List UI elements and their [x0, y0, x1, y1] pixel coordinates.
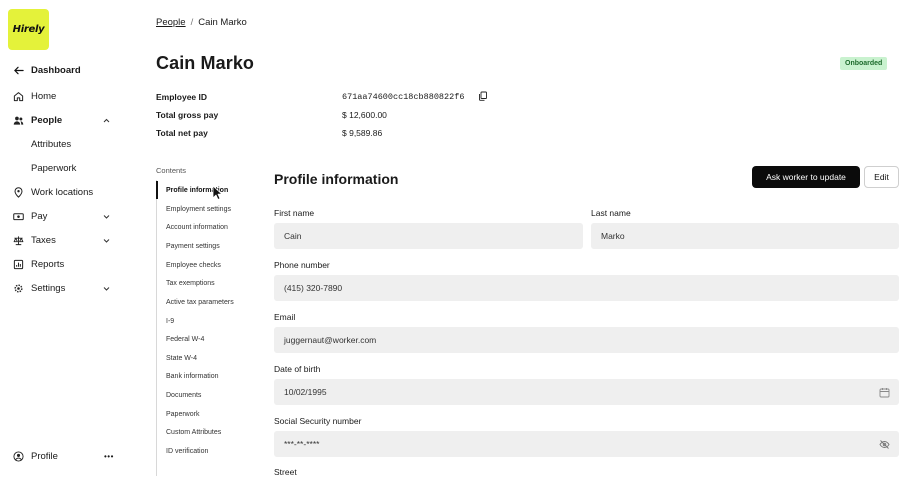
- breadcrumb-separator: /: [190, 17, 194, 28]
- chevron-down-icon: [103, 238, 110, 243]
- contents-title: Contents: [156, 166, 187, 175]
- sidebar-item-label: Home: [31, 90, 57, 102]
- sidebar: Hirely Dashboard Home People Attributes …: [0, 0, 132, 480]
- sidebar-item-label: Pay: [31, 210, 48, 222]
- phone-field[interactable]: (415) 320-7890: [274, 275, 899, 301]
- email-field[interactable]: juggernaut@worker.com: [274, 327, 899, 353]
- report-icon: [12, 258, 24, 270]
- section-title: Profile information: [274, 171, 399, 187]
- sidebar-item-label: Settings: [31, 282, 66, 294]
- ssn-field[interactable]: ***-**-****: [274, 431, 899, 457]
- sidebar-item-pay[interactable]: Pay: [0, 206, 132, 226]
- summary-row-employee-id: Employee ID 671aa74600cc18cb880822f6: [156, 91, 556, 108]
- contents-item-employee-checks[interactable]: Employee checks: [166, 262, 221, 269]
- chevron-down-icon: [103, 214, 110, 219]
- sidebar-item-home[interactable]: Home: [0, 86, 132, 106]
- user-circle-icon: [12, 450, 24, 462]
- sidebar-item-label: People: [31, 114, 63, 126]
- summary-label: Total gross pay: [156, 110, 219, 120]
- first-name-value: Cain: [284, 231, 302, 241]
- app-logo[interactable]: Hirely: [8, 9, 49, 50]
- logo-text: Hirely: [12, 24, 45, 35]
- sidebar-item-attributes[interactable]: Attributes: [0, 134, 132, 154]
- ssn-label: Social Security number: [274, 416, 362, 426]
- street-label: Street: [274, 467, 297, 477]
- summary-row-gross-pay: Total gross pay $ 12,600.00: [156, 110, 556, 126]
- contents-item-custom-attributes[interactable]: Custom Attributes: [166, 429, 221, 436]
- home-icon: [12, 90, 24, 102]
- contents-item-bank-information[interactable]: Bank information: [166, 373, 219, 380]
- phone-label: Phone number: [274, 260, 330, 270]
- calendar-icon[interactable]: [879, 387, 890, 398]
- contents-item-state-w4[interactable]: State W-4: [166, 355, 197, 362]
- summary-row-net-pay: Total net pay $ 9,589.86: [156, 128, 556, 144]
- contents-item-tax-exemptions[interactable]: Tax exemptions: [166, 280, 215, 287]
- breadcrumb-current: Cain Marko: [198, 17, 247, 28]
- contents-item-employment-settings[interactable]: Employment settings: [166, 206, 231, 213]
- more-options-icon[interactable]: •••: [104, 452, 114, 461]
- chevron-up-icon: [103, 118, 110, 122]
- gear-icon: [12, 282, 24, 294]
- arrow-left-icon: [12, 64, 24, 76]
- contents-item-i9[interactable]: I-9: [166, 318, 174, 325]
- chevron-down-icon: [103, 286, 110, 291]
- sidebar-item-label: Attributes: [31, 138, 72, 150]
- money-icon: [12, 210, 24, 222]
- sidebar-item-reports[interactable]: Reports: [0, 254, 132, 274]
- sidebar-item-settings[interactable]: Settings: [0, 278, 132, 298]
- eye-off-icon[interactable]: [879, 439, 890, 450]
- breadcrumb: People / Cain Marko: [156, 17, 247, 28]
- contents-active-indicator: [156, 181, 158, 199]
- dob-value: 10/02/1995: [284, 387, 327, 397]
- sidebar-item-profile[interactable]: Profile •••: [0, 446, 132, 466]
- summary-label: Employee ID: [156, 92, 208, 102]
- sidebar-item-label: Paperwork: [31, 162, 77, 174]
- location-pin-icon: [12, 186, 24, 198]
- sidebar-item-dashboard[interactable]: Dashboard: [0, 60, 132, 80]
- contents-item-paperwork[interactable]: Paperwork: [166, 411, 199, 418]
- email-label: Email: [274, 312, 296, 322]
- sidebar-item-label: Dashboard: [31, 64, 81, 76]
- last-name-field[interactable]: Marko: [591, 223, 899, 249]
- ask-worker-to-update-button[interactable]: Ask worker to update: [752, 166, 860, 188]
- sidebar-item-label: Reports: [31, 258, 65, 270]
- sidebar-item-work-locations[interactable]: Work locations: [0, 182, 132, 202]
- first-name-field[interactable]: Cain: [274, 223, 583, 249]
- sidebar-item-label: Profile: [31, 450, 58, 462]
- dob-field[interactable]: 10/02/1995: [274, 379, 899, 405]
- contents-item-id-verification[interactable]: ID verification: [166, 448, 208, 455]
- edit-button[interactable]: Edit: [864, 166, 899, 188]
- email-value: juggernaut@worker.com: [284, 335, 377, 345]
- contents-item-documents[interactable]: Documents: [166, 392, 201, 399]
- net-pay-value: $ 9,589.86: [342, 128, 383, 138]
- scale-icon: [12, 234, 24, 246]
- summary-label: Total net pay: [156, 128, 208, 138]
- ssn-value: ***-**-****: [284, 439, 320, 449]
- dob-label: Date of birth: [274, 364, 321, 374]
- gross-pay-value: $ 12,600.00: [342, 110, 387, 120]
- last-name-label: Last name: [591, 208, 631, 218]
- status-badge: Onboarded: [840, 57, 888, 70]
- copy-icon[interactable]: [478, 91, 488, 101]
- people-icon: [12, 114, 24, 126]
- first-name-label: First name: [274, 208, 315, 218]
- sidebar-item-label: Taxes: [31, 234, 56, 246]
- contents-item-active-tax-parameters[interactable]: Active tax parameters: [166, 299, 234, 306]
- contents-item-account-information[interactable]: Account information: [166, 224, 228, 231]
- sidebar-item-people[interactable]: People: [0, 110, 132, 130]
- contents-item-federal-w4[interactable]: Federal W-4: [166, 336, 204, 343]
- contents-item-payment-settings[interactable]: Payment settings: [166, 243, 220, 250]
- contents-rail: [156, 180, 157, 476]
- employee-id-value: 671aa74600cc18cb880822f6: [342, 92, 465, 102]
- page-title: Cain Marko: [156, 53, 255, 73]
- last-name-value: Marko: [601, 231, 625, 241]
- mouse-cursor-icon: [212, 185, 223, 200]
- phone-value: (415) 320-7890: [284, 283, 343, 293]
- breadcrumb-link-people[interactable]: People: [156, 17, 186, 28]
- sidebar-item-paperwork[interactable]: Paperwork: [0, 158, 132, 178]
- sidebar-item-label: Work locations: [31, 186, 94, 198]
- sidebar-item-taxes[interactable]: Taxes: [0, 230, 132, 250]
